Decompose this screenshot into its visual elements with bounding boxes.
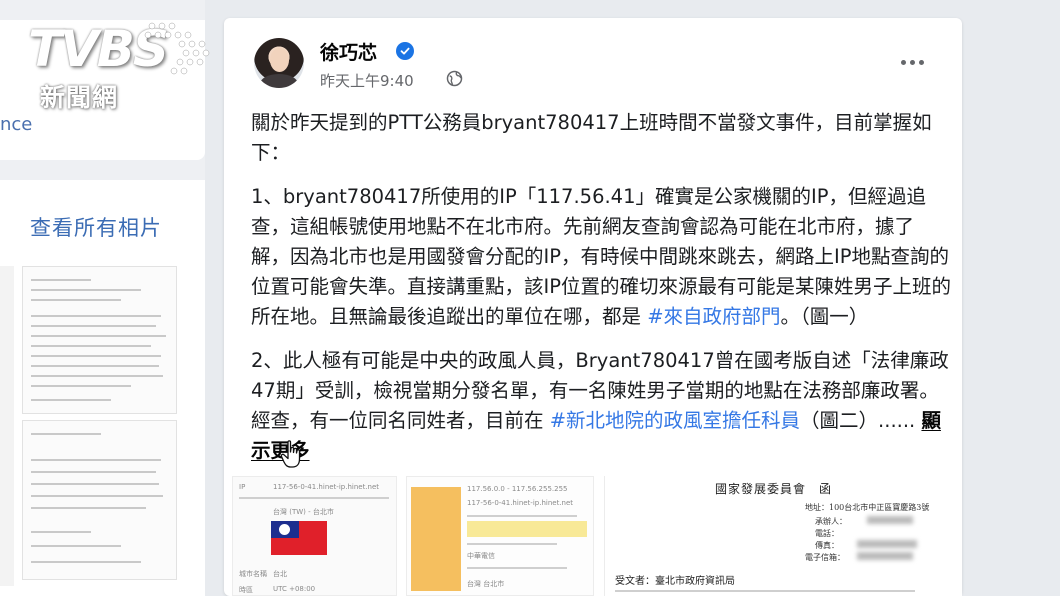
more-options-icon[interactable] bbox=[894, 52, 930, 72]
hashtag-link[interactable]: #來自政府部門 bbox=[647, 305, 780, 328]
ip-city-label: 城市名稱 bbox=[239, 570, 267, 578]
post-body: 關於昨天提到的PTT公務員bryant780417上班時間不當發文事件，目前掌握… bbox=[251, 108, 951, 483]
post-card: 徐巧芯 昨天上午9:40 關於昨天提到的PTT公務員bryant780417上班… bbox=[224, 18, 962, 596]
attached-image-official-letter[interactable]: 國家發展委員會 函 地址：100台北市中正區寶慶路3號 承辦人： 電話： 傳真：… bbox=[604, 476, 962, 596]
whois-host-text: 117-56-0-41.hinet-ip.hinet.net bbox=[467, 499, 574, 507]
ip-timezone-value: UTC +08:00 bbox=[273, 585, 316, 593]
taiwan-flag-icon bbox=[271, 521, 327, 555]
see-all-photos-link[interactable]: 查看所有相片 bbox=[30, 212, 162, 242]
letter-fax: 傳真： bbox=[815, 541, 839, 550]
post-paragraph-2: 2、此人極有可能是中央的政風人員，Bryant780417曾在國考版自述「法律廉… bbox=[251, 346, 951, 469]
letter-email: 電子信箱： bbox=[805, 553, 845, 562]
post-timestamp[interactable]: 昨天上午9:40 bbox=[320, 70, 414, 91]
intro-fragment-text: nce bbox=[0, 114, 33, 135]
tvbs-news-logo: TVBS 新聞網 bbox=[28, 20, 213, 116]
whois-range-text: 117.56.0.0 - 117.56.255.255 bbox=[467, 485, 568, 493]
logo-sub-text: 新聞網 bbox=[40, 83, 119, 112]
verified-badge-icon bbox=[396, 42, 414, 60]
hand-cursor-icon bbox=[280, 440, 300, 468]
photo-thumbnail-edge[interactable] bbox=[0, 266, 14, 586]
paragraph-2-tail: （圖二）...... bbox=[800, 409, 922, 432]
ip-timezone-label: 時區 bbox=[239, 586, 253, 594]
ip-country-text: 台灣 (TW) - 台北市 bbox=[273, 508, 334, 516]
photo-thumbnail[interactable] bbox=[22, 420, 177, 580]
globe-icon bbox=[446, 70, 463, 87]
attached-image-ip-lookup[interactable]: IP 117-56-0-41.hinet-ip.hinet.net 台灣 (TW… bbox=[232, 476, 397, 596]
ip-host-text: 117-56-0-41.hinet-ip.hinet.net bbox=[273, 483, 380, 491]
letter-title: 國家發展委員會 函 bbox=[715, 482, 833, 496]
author-name[interactable]: 徐巧芯 bbox=[320, 38, 377, 65]
letter-recipient: 受文者：臺北市政府資訊局 bbox=[615, 576, 735, 587]
letter-contact: 承辦人： bbox=[815, 517, 847, 526]
letter-phone: 電話： bbox=[815, 529, 839, 538]
attached-image-whois-table[interactable]: 117.56.0.0 - 117.56.255.255 117-56-0-41.… bbox=[406, 476, 594, 596]
post-intro: 關於昨天提到的PTT公務員bryant780417上班時間不當發文事件，目前掌握… bbox=[251, 111, 932, 164]
ip-city-value: 台北 bbox=[273, 570, 287, 578]
post-paragraph-1: 1、bryant780417所使用的IP「117.56.41」確實是公家機關的I… bbox=[251, 182, 951, 332]
whois-location-text: 台灣 台北市 bbox=[467, 580, 505, 588]
paragraph-1-tail: 。（圖一） bbox=[780, 305, 869, 328]
whois-isp-text: 中華電信 bbox=[467, 552, 495, 560]
letter-address: 地址：100台北市中正區寶慶路3號 bbox=[805, 503, 930, 512]
hashtag-link[interactable]: #新北地院的政風室擔任科員 bbox=[550, 409, 800, 432]
author-avatar[interactable] bbox=[254, 38, 304, 88]
logo-dot-pattern-icon bbox=[144, 22, 210, 75]
photo-thumbnail[interactable] bbox=[22, 266, 177, 414]
